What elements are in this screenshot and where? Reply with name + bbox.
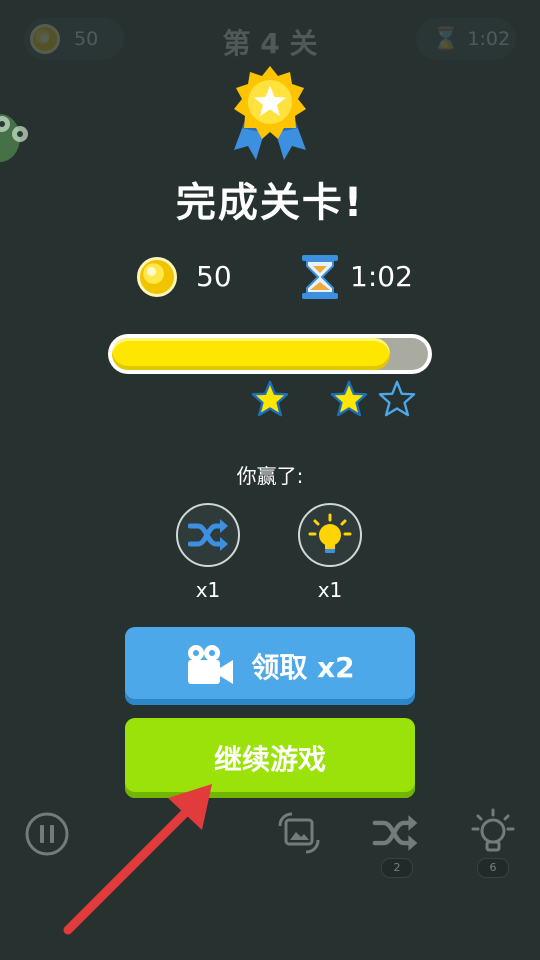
claim-button-label: 领取 x2 xyxy=(251,651,355,684)
hint-count-badge: 6 xyxy=(477,858,509,878)
progress-fill xyxy=(112,338,391,370)
reward-shuffle xyxy=(176,503,240,567)
time-value: 1:02 xyxy=(350,260,413,293)
hud-timer: ⌛ 1:02 xyxy=(416,18,516,60)
coins-earned-value: 50 xyxy=(196,260,232,293)
red-arrow-pointer-icon xyxy=(63,784,212,935)
level-complete-title: 完成关卡! xyxy=(175,180,365,226)
shuffle-icon xyxy=(188,519,228,551)
hourglass-icon xyxy=(302,255,338,299)
star-icon-empty xyxy=(378,380,416,417)
progress-bar xyxy=(108,334,432,374)
hourglass-icon: ⌛ xyxy=(432,26,460,52)
video-camera-icon xyxy=(188,645,234,684)
star-icon-filled-1 xyxy=(251,380,289,417)
reward-shuffle-count: x1 xyxy=(195,578,221,602)
lightbulb-icon xyxy=(308,513,352,553)
claim-double-button[interactable]: 领取 x2 xyxy=(125,627,415,705)
continue-button-label: 继续游戏 xyxy=(213,743,326,776)
medal-icon xyxy=(234,66,306,160)
reward-hint-count: x1 xyxy=(317,578,343,602)
reward-hint xyxy=(298,503,362,567)
shuffle-icon[interactable] xyxy=(372,814,418,852)
coin-icon xyxy=(137,257,177,297)
swap-image-icon[interactable] xyxy=(276,810,322,856)
star-icon-filled-2 xyxy=(330,380,368,417)
frog-icon xyxy=(0,114,28,162)
hud-timer-value: 1:02 xyxy=(467,28,511,50)
progress-track xyxy=(112,338,428,370)
lightbulb-icon[interactable] xyxy=(471,808,515,856)
shuffle-count-badge: 2 xyxy=(381,858,413,878)
you-won-label: 你赢了: xyxy=(236,464,304,488)
